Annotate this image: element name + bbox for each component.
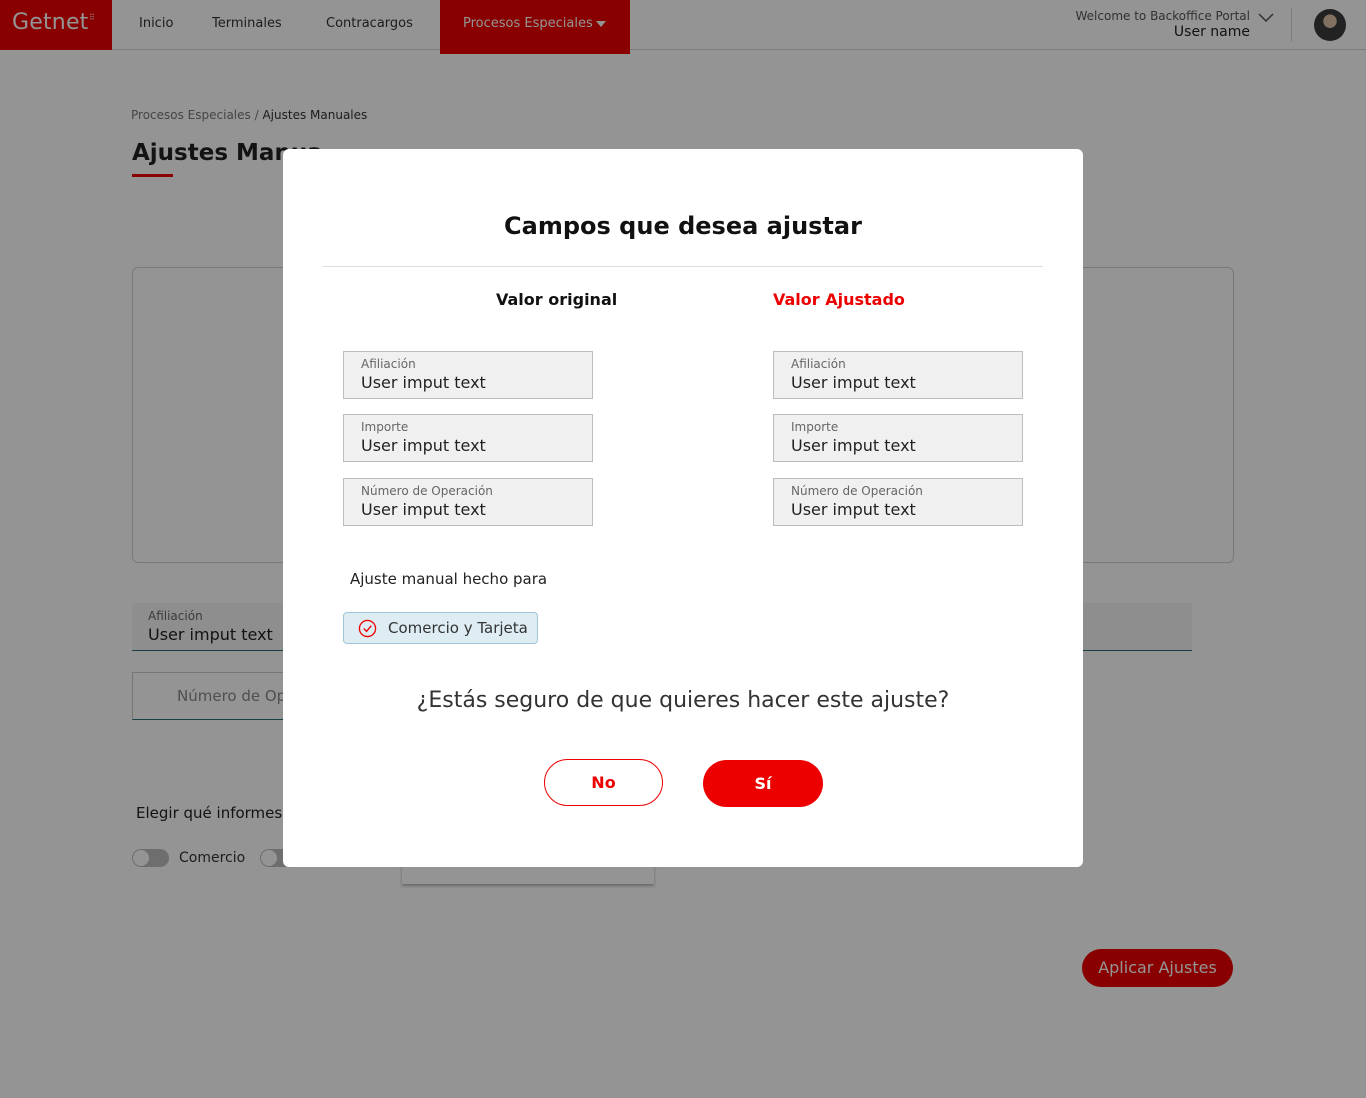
check-circle-icon [358,619,377,638]
modal-divider [323,266,1043,267]
field-label: Afiliación [361,357,416,371]
field-value: User imput text [791,500,916,519]
modal-title: Campos que desea ajustar [504,212,862,240]
field-value: User imput text [361,436,486,455]
confirm-question: ¿Estás seguro de que quieres hacer este … [416,688,950,713]
chip-label: Comercio y Tarjeta [388,619,528,637]
field-value: User imput text [791,373,916,392]
adjusted-importe-field[interactable]: Importe User imput text [773,414,1023,462]
original-importe-field[interactable]: Importe User imput text [343,414,593,462]
field-label: Afiliación [791,357,846,371]
original-afiliacion-field[interactable]: Afiliación User imput text [343,351,593,399]
field-value: User imput text [791,436,916,455]
field-label: Número de Operación [361,484,493,498]
field-label: Importe [361,420,409,434]
original-value-header: Valor original [496,290,618,309]
field-value: User imput text [361,500,486,519]
adjusted-value-header: Valor Ajustado [773,290,905,309]
field-label: Número de Operación [791,484,923,498]
confirm-adjustment-modal: Campos que desea ajustar Valor original … [283,149,1083,867]
made-for-label: Ajuste manual hecho para [350,570,548,588]
field-label: Importe [791,420,839,434]
original-numero-operacion-field[interactable]: Número de Operación User imput text [343,478,593,526]
adjusted-afiliacion-field[interactable]: Afiliación User imput text [773,351,1023,399]
yes-button[interactable]: Sí [703,760,823,807]
no-button[interactable]: No [544,759,663,806]
made-for-chip[interactable]: Comercio y Tarjeta [343,612,538,644]
field-value: User imput text [361,373,486,392]
adjusted-numero-operacion-field[interactable]: Número de Operación User imput text [773,478,1023,526]
